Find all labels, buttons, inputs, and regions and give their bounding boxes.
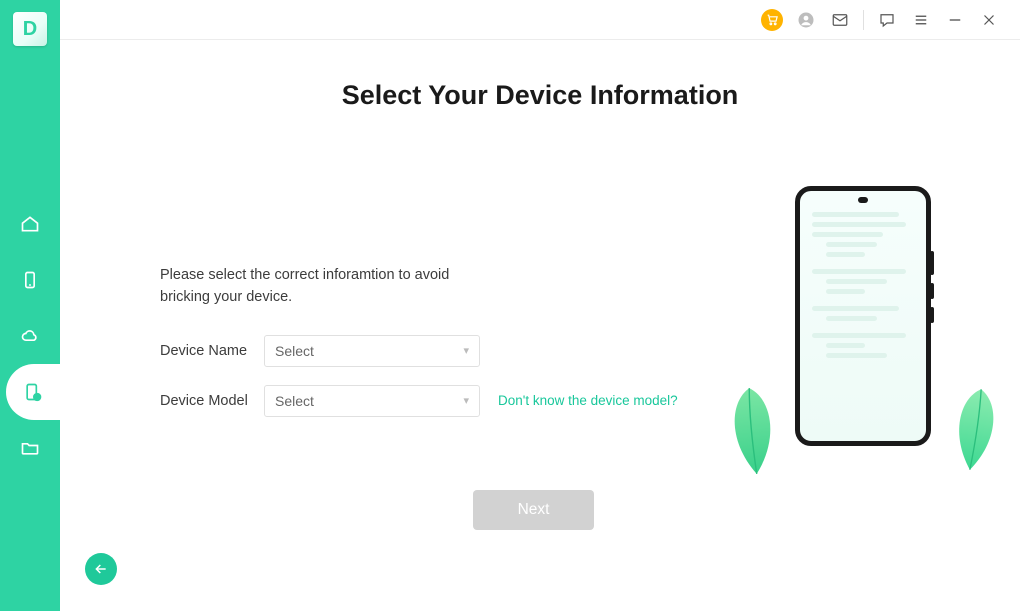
- leaf-icon: [937, 383, 1013, 476]
- arrow-left-icon: [93, 561, 109, 577]
- phone-notch: [858, 197, 868, 203]
- minimize-icon: [946, 11, 964, 29]
- titlebar-feedback-button[interactable]: [870, 0, 904, 40]
- device-model-row: Device Model Select ▾ Don't know the dev…: [160, 385, 680, 417]
- sidebar-item-folder[interactable]: [0, 420, 60, 476]
- home-icon: [20, 214, 40, 234]
- device-model-select[interactable]: Select ▾: [264, 385, 480, 417]
- phone-side-buttons: [930, 251, 934, 323]
- titlebar-minimize-button[interactable]: [938, 0, 972, 40]
- sidebar-item-cloud[interactable]: [0, 308, 60, 364]
- mail-icon: [831, 11, 849, 29]
- device-name-select[interactable]: Select ▾: [264, 335, 480, 367]
- app-logo: D: [13, 12, 47, 46]
- cloud-icon: [20, 326, 40, 346]
- folder-icon: [20, 438, 40, 458]
- sidebar: D: [0, 0, 60, 611]
- device-name-label: Device Name: [160, 343, 250, 359]
- chevron-down-icon: ▾: [463, 394, 469, 407]
- device-model-label: Device Model: [160, 393, 250, 409]
- sidebar-item-home[interactable]: [0, 196, 60, 252]
- form-intro: Please select the correct inforamtion to…: [160, 264, 500, 309]
- leaf-icon: [714, 383, 792, 479]
- device-illustration: [748, 182, 978, 482]
- device-model-select-value: Select: [275, 393, 314, 409]
- titlebar: [60, 0, 1020, 40]
- main-content: Select Your Device Information Please se…: [60, 40, 1020, 611]
- device-name-select-value: Select: [275, 343, 314, 359]
- titlebar-mail-button[interactable]: [823, 0, 857, 40]
- device-alert-icon: [23, 382, 43, 402]
- chevron-down-icon: ▾: [463, 344, 469, 357]
- phone-icon: [20, 270, 40, 290]
- feedback-icon: [878, 11, 896, 29]
- cart-icon: [761, 9, 783, 31]
- device-model-help-link[interactable]: Don't know the device model?: [498, 393, 678, 408]
- app-logo-letter: D: [23, 18, 37, 41]
- close-icon: [980, 11, 998, 29]
- next-button[interactable]: Next: [473, 490, 594, 530]
- phone-illustration: [795, 186, 931, 446]
- page-title: Select Your Device Information: [60, 80, 1020, 111]
- device-info-form: Please select the correct inforamtion to…: [160, 264, 680, 435]
- next-button-label: Next: [518, 501, 550, 519]
- titlebar-close-button[interactable]: [972, 0, 1006, 40]
- device-name-row: Device Name Select ▾: [160, 335, 680, 367]
- titlebar-cart-button[interactable]: [755, 0, 789, 40]
- menu-icon: [912, 11, 930, 29]
- user-icon: [797, 11, 815, 29]
- back-button[interactable]: [85, 553, 117, 585]
- sidebar-item-phone[interactable]: [0, 252, 60, 308]
- titlebar-menu-button[interactable]: [904, 0, 938, 40]
- titlebar-separator: [863, 10, 864, 30]
- sidebar-item-device-alert[interactable]: [6, 364, 60, 420]
- titlebar-user-button[interactable]: [789, 0, 823, 40]
